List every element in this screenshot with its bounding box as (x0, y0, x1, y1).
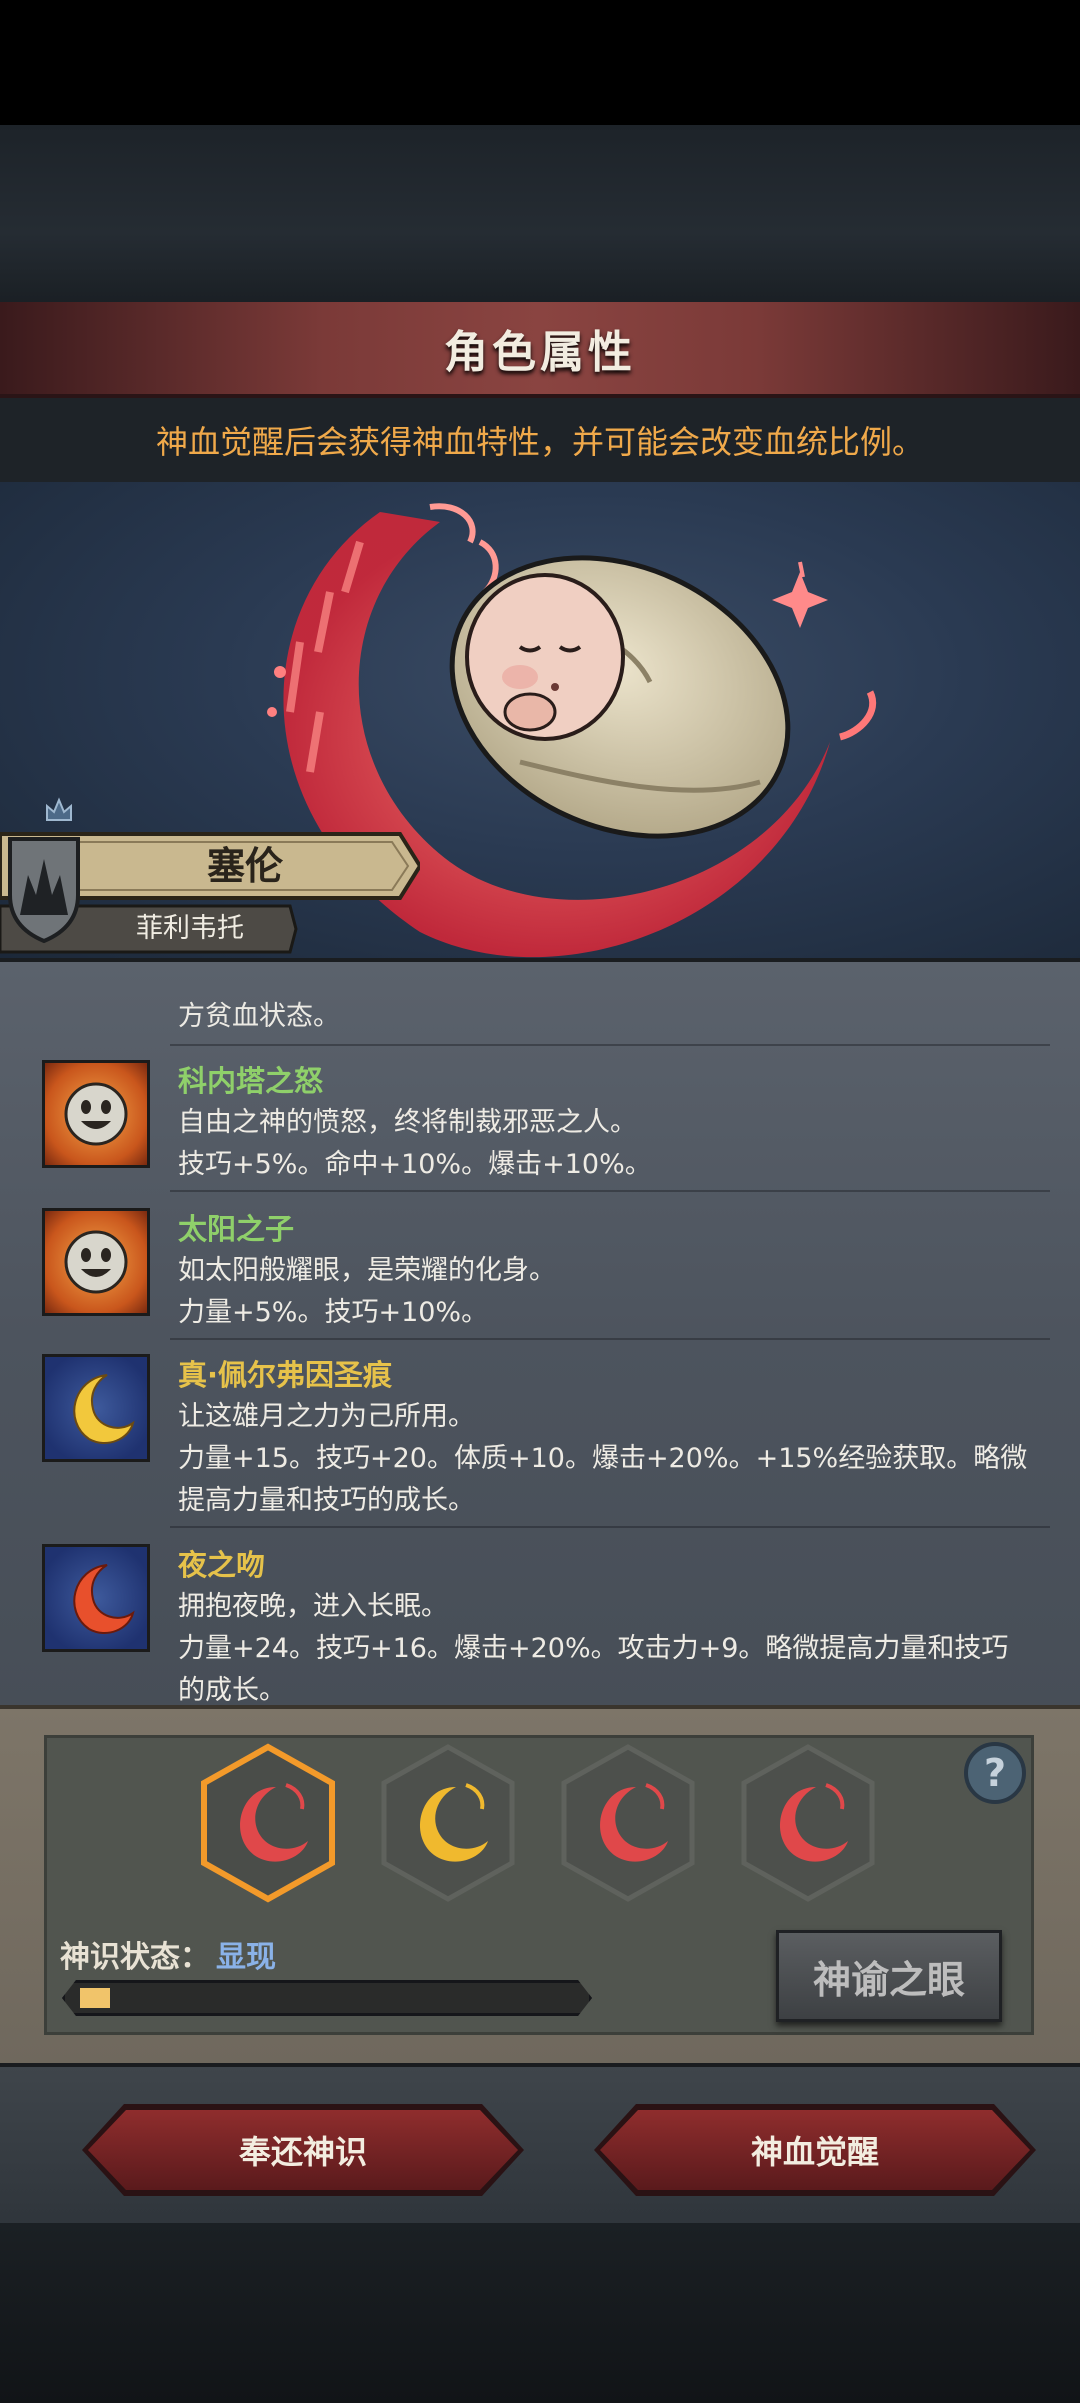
trait-name: 太阳之子 (178, 1212, 295, 1246)
subtitle-band: 神血觉醒后会获得神血特性，并可能会改变血统比例。 (0, 398, 1080, 482)
trait-stats: 力量+5%。技巧+10%。 (178, 1297, 489, 1328)
help-button[interactable]: ? (964, 1742, 1026, 1804)
bottom-decor-band (0, 2223, 1080, 2403)
trait-description: 拥抱夜晚，进入长眠。 (178, 1591, 448, 1622)
trait-name: 夜之吻 (178, 1548, 266, 1582)
trait-description: 自由之神的愤怒，终将制裁邪恶之人。 (178, 1107, 637, 1138)
trait-stats: 技巧+5%。命中+10%。爆击+10%。 (178, 1149, 652, 1180)
divider (170, 1526, 1050, 1528)
trait-stats-continued: 的成长。 (178, 1675, 286, 1706)
return-divinity-button[interactable]: 奉还神识 (88, 2110, 518, 2190)
trait-description: 让这雄月之力为己所用。 (178, 1401, 475, 1432)
sun-face-icon (42, 1060, 150, 1168)
divine-slot-2[interactable] (378, 1743, 518, 1903)
divider (170, 1338, 1050, 1340)
oracle-eye-button[interactable]: 神谕之眼 (776, 1930, 1002, 2022)
red-crescent-icon (561, 1744, 695, 1902)
shield-crest-icon (8, 837, 80, 944)
page-title: 角色属性 (444, 327, 636, 378)
red-crescent-icon (741, 1744, 875, 1902)
red-crescent-icon (201, 1743, 335, 1903)
divine-slot-4[interactable] (738, 1743, 878, 1903)
gold-crescent-icon (381, 1744, 515, 1902)
character-title: 菲利韦托 (136, 913, 244, 944)
divider (170, 1190, 1050, 1192)
awaken-bloodline-button[interactable]: 神血觉醒 (600, 2110, 1030, 2190)
divine-progress-bar (62, 1980, 592, 2016)
trait-description: 如太阳般耀眼，是荣耀的化身。 (178, 1255, 556, 1286)
divine-slot-3[interactable] (558, 1743, 698, 1903)
trait-stats-continued: 提高力量和技巧的成长。 (178, 1485, 475, 1516)
divine-state-label: 神识状态： (60, 1940, 210, 1975)
divine-progress-fill (80, 1988, 110, 2008)
crown-icon (46, 797, 72, 821)
trait-stats: 力量+24。技巧+16。爆击+20%。攻击力+9。略微提高力量和技巧 (178, 1633, 1009, 1664)
title-banner: 角色属性 (0, 302, 1080, 398)
character-name: 塞伦 (206, 844, 283, 888)
top-decor-band (0, 125, 1080, 305)
trait-partial-text: 方贫血状态。 (178, 1001, 340, 1032)
golden-moon-icon (42, 1354, 150, 1462)
traits-list[interactable]: 方贫血状态。 科内塔之怒 自由之神的愤怒，终将制裁邪恶之人。 技巧+5%。命中+… (0, 962, 1080, 1707)
trait-stats: 力量+15。技巧+20。体质+10。爆击+20%。+15%经验获取。略微 (178, 1443, 1028, 1474)
sun-face-icon (42, 1208, 150, 1316)
divine-state-value: 显现 (216, 1940, 276, 1975)
page-subtitle: 神血觉醒后会获得神血特性，并可能会改变血统比例。 (155, 423, 924, 461)
divider (170, 1044, 1050, 1046)
status-bar-area (0, 0, 1080, 125)
trait-name: 真·佩尔弗因圣痕 (178, 1358, 393, 1392)
divine-slot-1[interactable] (198, 1743, 338, 1903)
trait-name: 科内塔之怒 (178, 1064, 324, 1098)
red-moon-icon (42, 1544, 150, 1652)
